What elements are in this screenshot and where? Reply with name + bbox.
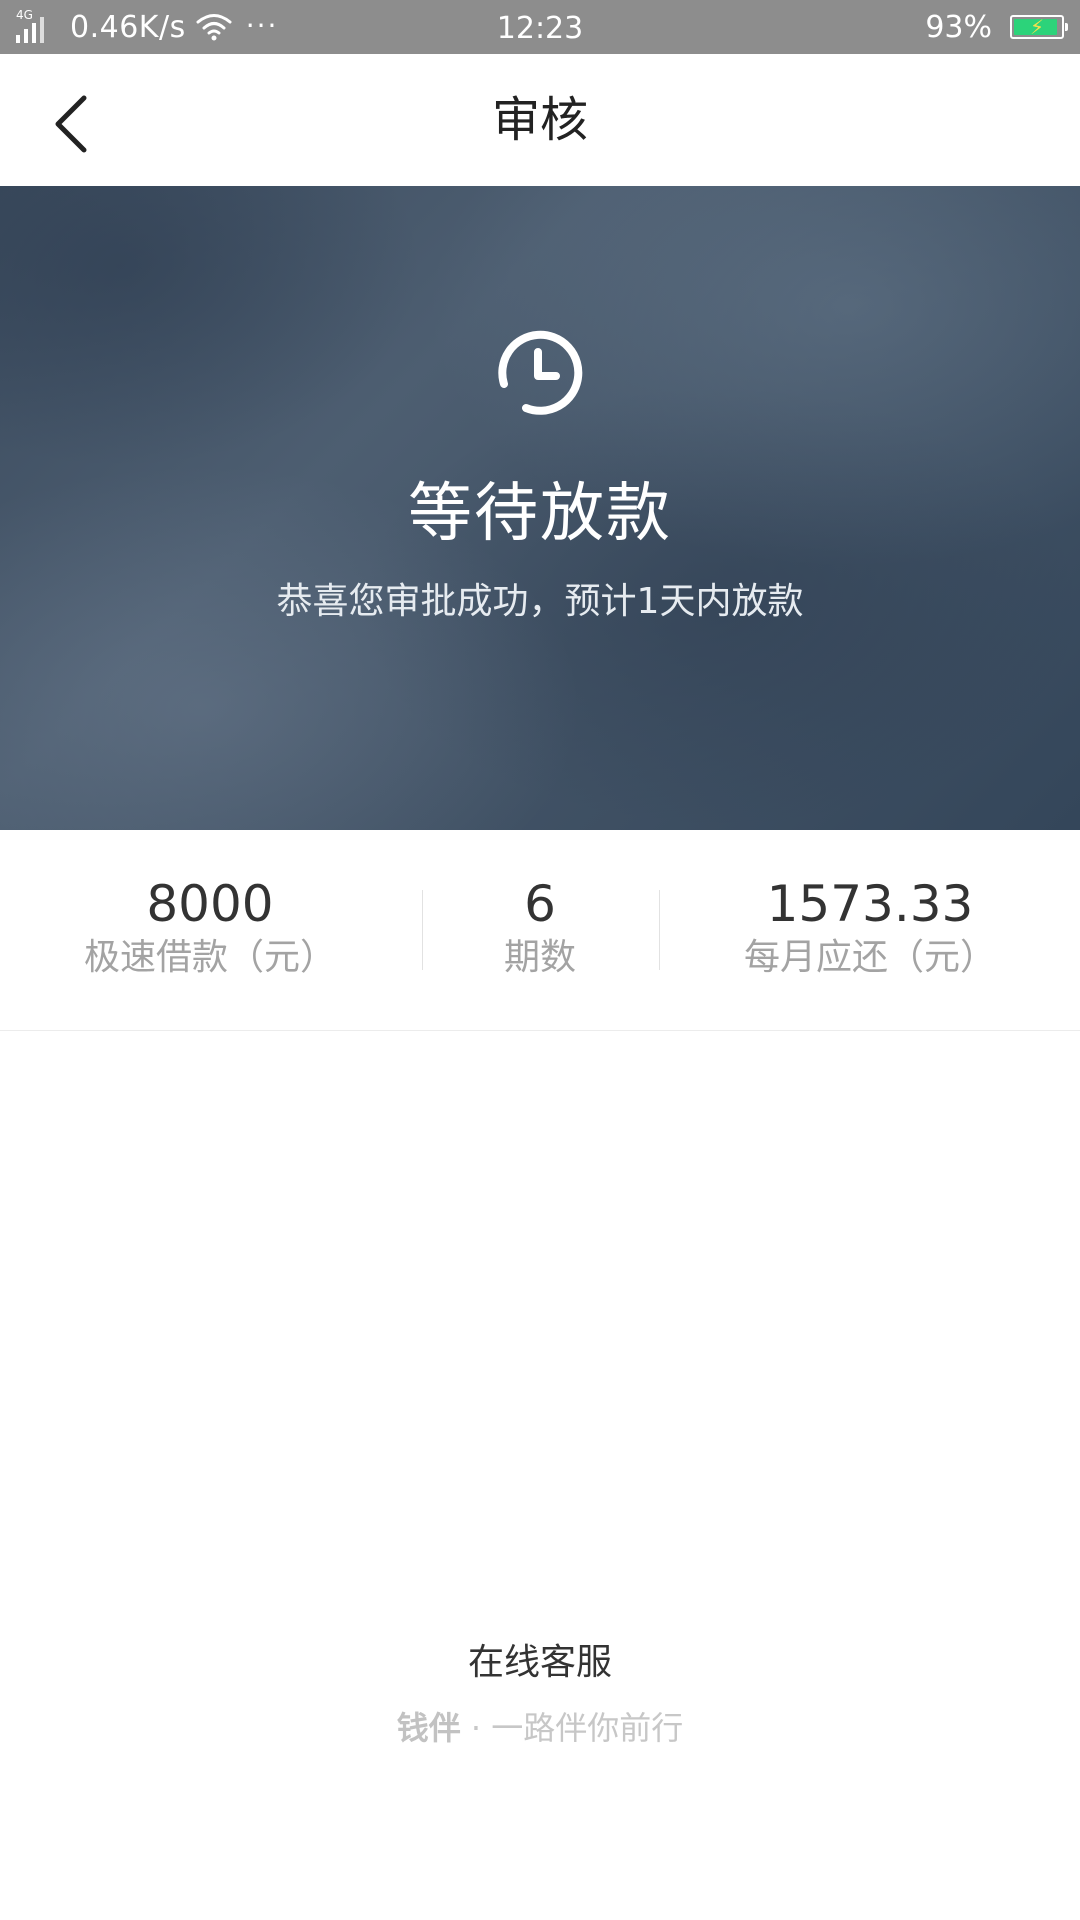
monthly-payment-stat: 1573.33 每月应还（元） [700,874,1040,982]
monthly-payment-value: 1573.33 [766,875,974,933]
stat-divider [659,890,660,970]
status-left: 4G 0.46K/s ··· [16,0,278,54]
loan-amount-value: 8000 [146,875,274,933]
battery-percent: 93% [925,9,992,45]
status-right: 93% ⚡ [925,0,1068,54]
status-banner: 等待放款 恭喜您审批成功，预计1天内放款 [0,186,1080,830]
back-button[interactable] [30,84,110,164]
loan-amount-stat: 8000 极速借款（元） [40,874,380,982]
chevron-left-icon [55,95,87,153]
network-speed: 0.46K/s [70,9,186,45]
slogan-text: 一路伴你前行 [491,1709,684,1747]
navigation-bar: 审核 [0,54,1080,186]
cellular-signal-icon: 4G [16,7,56,47]
page-title: 审核 [491,92,588,148]
installments-stat: 6 期数 [420,874,660,982]
status-bar: 4G 0.46K/s ··· 12:23 93% ⚡ [0,0,1080,54]
battery-charging-icon: ⚡ [1010,15,1068,39]
loan-status-subtitle: 恭喜您审批成功，预计1天内放款 [276,581,804,622]
loan-status-title: 等待放款 [408,477,672,551]
installments-value: 6 [524,875,556,933]
brand-slogan: 钱伴 · 一路伴你前行 [0,1706,1080,1750]
brand-name: 钱伴 [396,1709,461,1747]
installments-label: 期数 [503,937,576,978]
loan-amount-label: 极速借款（元） [83,937,336,978]
loan-summary: 8000 极速借款（元） 6 期数 1573.33 每月应还（元） [0,830,1080,1031]
slogan-separator: · [470,1709,482,1747]
clock-icon [498,330,583,415]
monthly-payment-label: 每月应还（元） [743,937,996,978]
more-notifications-icon: ··· [245,8,279,42]
wifi-icon [196,14,232,41]
online-service-link[interactable]: 在线客服 [0,1638,1080,1688]
